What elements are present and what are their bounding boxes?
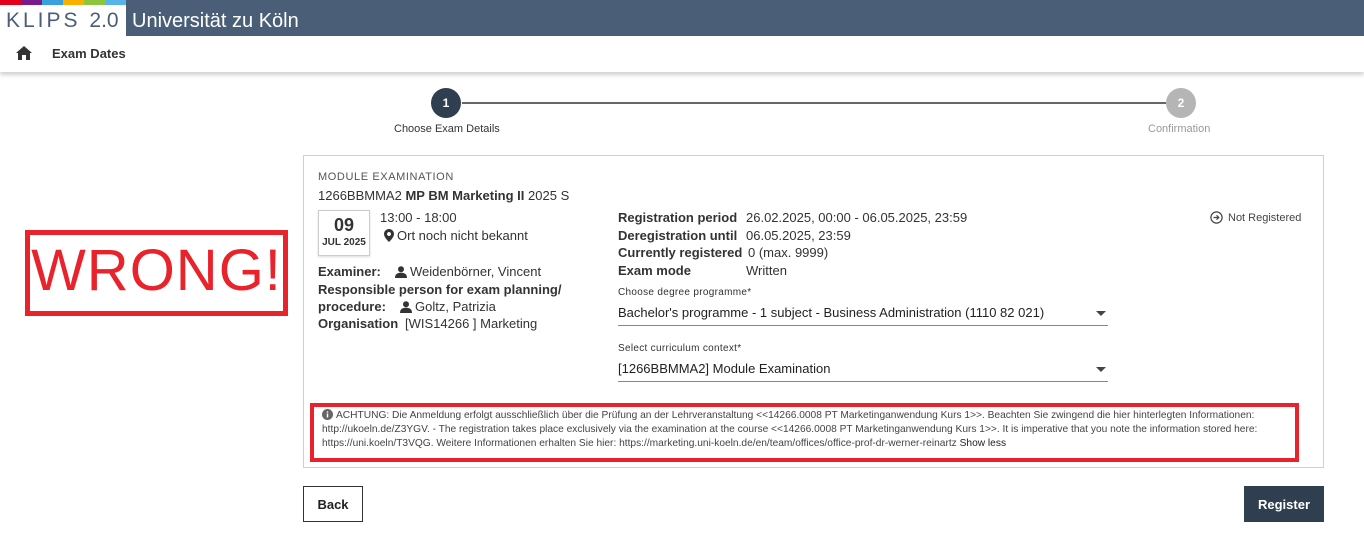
exam-date-day: 09 xyxy=(333,215,355,235)
logo-stripe xyxy=(63,0,84,5)
logo-color-stripes xyxy=(0,0,126,5)
exam-mode-label: Exam mode xyxy=(618,263,691,278)
user-icon xyxy=(395,266,407,278)
exam-code: 1266BBMMA2 xyxy=(318,188,402,203)
exam-term: 2025 S xyxy=(528,188,570,203)
step-1-label: Choose Exam Details xyxy=(394,123,500,135)
top-header-bar: KLIPS 2.0 Universität zu Köln xyxy=(0,0,1364,36)
curriculum-context-label: Select curriculum context* xyxy=(618,343,742,354)
breadcrumb: Exam Dates xyxy=(0,36,1364,72)
examiner-value: Weidenbörner, Vincent xyxy=(395,264,541,279)
step-2-label: Confirmation xyxy=(1148,123,1211,135)
logo-stripe xyxy=(21,0,42,5)
degree-programme-value: Bachelor's programme - 1 subject - Busin… xyxy=(618,305,1045,320)
currently-registered-label: Currently registered xyxy=(618,245,743,260)
exam-mode-value: Written xyxy=(746,263,787,278)
chevron-down-icon xyxy=(1096,367,1106,372)
responsible-name: Goltz, Patrizia xyxy=(415,299,496,314)
logo-stripe xyxy=(0,0,21,5)
curriculum-context-value: [1266BBMMA2] Module Examination xyxy=(618,361,831,376)
exam-date-month: JUL 2025 xyxy=(322,237,366,248)
wrong-annotation: WRONG! xyxy=(25,230,288,316)
exam-time: 13:00 - 18:00 xyxy=(380,210,457,225)
exam-title: 1266BBMMA2 MP BM Marketing II 2025 S xyxy=(318,188,569,203)
responsible-label-line1: Responsible person for exam planning/ xyxy=(318,282,562,297)
logo-text: KLIPS 2.0 xyxy=(6,9,119,33)
step-1-indicator: 1 xyxy=(431,88,461,118)
examiner-label: Examiner: xyxy=(318,264,381,279)
breadcrumb-exam-dates[interactable]: Exam Dates xyxy=(52,46,126,61)
show-less-link[interactable]: Show less xyxy=(960,438,1006,449)
info-icon xyxy=(322,409,333,420)
register-button[interactable]: Register xyxy=(1244,486,1324,522)
chevron-down-icon xyxy=(1096,311,1106,316)
logo-stripe xyxy=(84,0,105,5)
logo-name: KLIPS xyxy=(6,9,81,32)
organisation-value: [WIS14266 ] Marketing xyxy=(405,316,538,331)
responsible-value: Goltz, Patrizia xyxy=(400,299,496,314)
logo-stripe xyxy=(105,0,126,5)
map-marker-icon xyxy=(384,229,394,242)
deregistration-label: Deregistration until xyxy=(618,228,738,243)
home-icon[interactable] xyxy=(15,45,33,61)
exam-date-badge: 09 JUL 2025 xyxy=(318,210,370,256)
registration-period-label: Registration period xyxy=(618,210,738,225)
exam-location-text: Ort noch nicht bekannt xyxy=(397,228,528,243)
module-examination-heading: MODULE EXAMINATION xyxy=(318,171,454,183)
registration-notice: ACHTUNG: Die Anmeldung erfolgt ausschlie… xyxy=(310,403,1299,462)
university-title: Universität zu Köln xyxy=(132,10,299,32)
currently-registered-value: 0 (max. 9999) xyxy=(748,245,829,260)
exam-card: MODULE EXAMINATION 1266BBMMA2 MP BM Mark… xyxy=(303,155,1324,468)
deregistration-value: 06.05.2025, 23:59 xyxy=(746,228,851,243)
stepper-line xyxy=(462,102,1166,104)
wrong-annotation-text: WRONG! xyxy=(31,238,282,303)
degree-programme-select[interactable]: Bachelor's programme - 1 subject - Busin… xyxy=(618,302,1108,326)
registration-period-value: 26.02.2025, 00:00 - 06.05.2025, 23:59 xyxy=(746,210,968,225)
logo-stripe xyxy=(42,0,63,5)
registration-status: Not Registered xyxy=(1210,211,1301,224)
back-button[interactable]: Back xyxy=(303,486,363,522)
logo-version: 2.0 xyxy=(89,9,119,32)
step-2-indicator: 2 xyxy=(1166,88,1196,118)
organisation-label: Organisation xyxy=(318,316,399,331)
exam-name: MP BM Marketing II xyxy=(405,188,525,203)
circle-arrow-right-icon xyxy=(1210,211,1223,224)
responsible-label-line2: procedure: xyxy=(318,299,386,314)
notice-text: ACHTUNG: Die Anmeldung erfolgt ausschlie… xyxy=(322,410,1258,449)
klips-logo[interactable]: KLIPS 2.0 xyxy=(0,0,126,36)
exam-location: Ort noch nicht bekannt xyxy=(384,228,528,243)
examiner-name: Weidenbörner, Vincent xyxy=(410,264,542,279)
user-icon xyxy=(400,301,412,313)
curriculum-context-select[interactable]: [1266BBMMA2] Module Examination xyxy=(618,358,1108,382)
registration-status-text: Not Registered xyxy=(1228,212,1302,224)
degree-programme-label: Choose degree programme* xyxy=(618,287,752,298)
